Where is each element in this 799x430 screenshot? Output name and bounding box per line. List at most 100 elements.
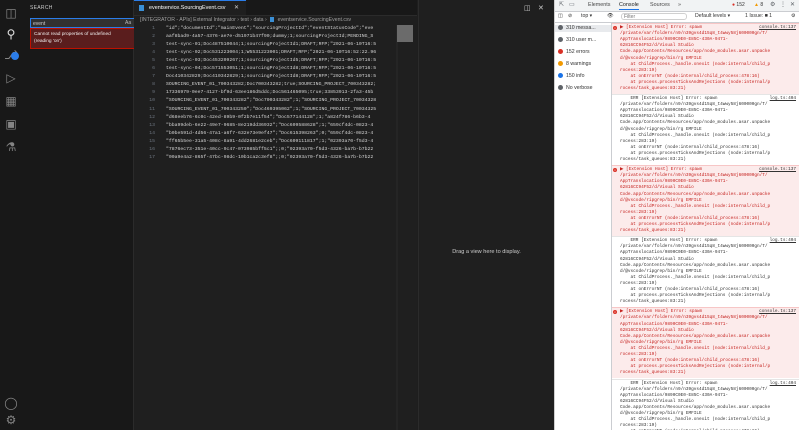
code-view[interactable]: 1 "id";"documentId";"mainEvent";"sourcing…: [134, 25, 417, 430]
breadcrumb-item[interactable]: eventservice.SourcingEvent.csv: [278, 17, 352, 23]
split-editor-icon[interactable]: ◫: [524, 4, 531, 12]
remote-explorer-icon[interactable]: ▣: [3, 116, 19, 132]
console-filter-item[interactable]: 8 warnings: [558, 61, 591, 68]
filter-box[interactable]: [621, 13, 687, 20]
sidebar-toggle-icon[interactable]: ◫: [558, 13, 563, 19]
extensions-icon[interactable]: ▦: [3, 93, 19, 109]
message-text: rocess/task_queues:83:21): [620, 370, 686, 376]
source-control-badge: [11, 52, 19, 60]
code-line[interactable]: 17 "00a9e4a2-865f-47bc-98dc-10b1ca2c3ef8"…: [134, 154, 417, 161]
editor-tab[interactable]: eventservice.SourcingEvent.csv ✕: [134, 0, 246, 15]
console-filter-item[interactable]: 150 info: [558, 73, 584, 80]
line-number: 8: [152, 82, 155, 88]
console-messages[interactable]: × console.ts:137 ▶ [Extension Host] Error:…: [612, 23, 799, 430]
csv-file-icon: [270, 17, 275, 23]
live-expression-icon[interactable]: 👁: [607, 13, 614, 19]
source-link[interactable]: console.ts:137: [759, 167, 796, 172]
code-line[interactable]: 14 "b0be591d-4d56-47a1-a6f7-632e73e9ef47"…: [134, 130, 417, 137]
line-text: "SOURCING_EVENT_01_700343250";"Doc469395…: [166, 106, 377, 112]
tab-elements[interactable]: Elements: [588, 2, 610, 8]
message-text: rocess/task_queues:83:21): [620, 86, 686, 91]
tab-sources[interactable]: Sources: [650, 2, 670, 8]
code-line[interactable]: 13 "bba99deb-6e22-49e7-9685-8e219dd36932"…: [134, 122, 417, 129]
log-levels-dropdown[interactable]: Default levels ▾: [695, 13, 730, 19]
source-link[interactable]: log.ts:404: [770, 238, 796, 243]
console-filter-item[interactable]: 310 user m...: [558, 37, 596, 44]
code-line[interactable]: 2 aaf8bad9-4a57-4376-ae7e-d51971b47f90;du…: [134, 33, 417, 40]
more-tabs-button[interactable]: »: [678, 2, 681, 8]
code-line[interactable]: 15 "ff65b5ee-31a5-408c-8a91-4dd2681e2ceb"…: [134, 138, 417, 145]
filter-input[interactable]: [624, 14, 684, 19]
console-log-message[interactable]: log.ts:404 ERR [Extension Host] Error: s…: [612, 378, 799, 430]
editor-area: eventservice.SourcingEvent.csv ✕ [INTEGR…: [134, 0, 417, 430]
clear-console-icon[interactable]: ⊘: [568, 13, 572, 19]
console-log-message[interactable]: log.ts:404 ERR [Extension Host] Error: s…: [612, 236, 799, 308]
line-number: 17: [149, 154, 155, 160]
source-link[interactable]: log.ts:404: [770, 96, 796, 101]
code-line[interactable]: 16 "7876ec73-351e-40cc-9c47-073985bff5c1"…: [134, 146, 417, 153]
source-link[interactable]: log.ts:404: [770, 381, 796, 386]
code-line[interactable]: 4 test-sync-02;Doc531223004;1;W5531223001…: [134, 49, 417, 56]
error-count-badge[interactable]: ● 152: [732, 2, 745, 8]
code-line[interactable]: 11 "SOURCING_EVENT_01_700343250";"Doc4693…: [134, 106, 417, 113]
search-box[interactable]: Aa ab .*: [30, 18, 150, 28]
run-debug-icon[interactable]: ▷: [3, 70, 19, 86]
console-filter-item[interactable]: No verbose: [558, 85, 593, 92]
message-text: rocess/task_queues:83:21): [620, 157, 686, 163]
error-icon: ×: [613, 26, 617, 30]
code-line[interactable]: 1 "id";"documentId";"mainEvent";"sourcing…: [134, 25, 417, 32]
line-number: 6: [152, 66, 155, 72]
minimap-slider[interactable]: [397, 25, 413, 42]
device-toolbar-icon[interactable]: ▭: [569, 2, 575, 8]
console-filter-item[interactable]: 152 errors: [558, 49, 590, 56]
issues-counter[interactable]: 1 Issue: ■ 1: [745, 13, 772, 19]
search-input[interactable]: [33, 20, 93, 27]
console-error-message[interactable]: × console.ts:137 ▶ [Extension Host] Error:…: [612, 165, 799, 237]
console-error-message[interactable]: × console.ts:137 ▶ [Extension Host] Error:…: [612, 23, 799, 95]
code-line[interactable]: 3 test-sync-01;Doc487510044;1;sourcingPro…: [134, 41, 417, 48]
inspect-element-icon[interactable]: ⇱: [559, 2, 565, 8]
breadcrumb-item[interactable]: [INTEGRATOR - APIs] External Integrator: [140, 17, 236, 23]
line-number: 11: [149, 106, 155, 112]
warning-count-badge[interactable]: ▲ 8: [754, 2, 763, 8]
close-icon[interactable]: ✕: [234, 4, 239, 11]
match-case-toggle[interactable]: Aa: [125, 20, 131, 26]
breadcrumb-item[interactable]: test: [240, 17, 248, 23]
breadcrumb-item[interactable]: data: [253, 17, 263, 23]
code-line[interactable]: 8 SOURCING_EVENT_01_700343282;Doc70034328…: [134, 81, 417, 88]
line-text: "b0be591d-4d56-47a1-a6f7-632e73e9ef47";"…: [166, 130, 374, 136]
line-text: "id";"documentId";"mainEvent";"sourcingP…: [166, 26, 374, 31]
console-error-message[interactable]: × console.ts:137 ▶ [Extension Host] Error:…: [612, 307, 799, 379]
message-text: rocess/task_queues:83:21): [620, 228, 686, 234]
filter-category-label: No verbose: [566, 85, 593, 91]
close-icon[interactable]: ✕: [790, 2, 796, 8]
warning-count: 8: [760, 2, 764, 8]
context-selector[interactable]: top ▾: [581, 13, 592, 19]
source-link[interactable]: console.ts:137: [759, 25, 796, 30]
console-filter-item[interactable]: 310 messa...: [555, 25, 611, 32]
search-icon[interactable]: ⚲: [3, 26, 19, 42]
filter-category-icon: [558, 73, 563, 79]
code-line[interactable]: 12 "d68eeb76-6c0c-42ed-89b9-0f2b7e11f54";…: [134, 114, 417, 121]
code-line[interactable]: 5 test-sync-03;Doc453209267;1;sourcingPro…: [134, 57, 417, 64]
tab-console[interactable]: Console: [619, 2, 639, 10]
filter-category-icon: [558, 61, 563, 67]
console-settings-icon[interactable]: ⚙: [791, 13, 796, 19]
explorer-icon[interactable]: ◫: [3, 5, 19, 21]
testing-icon[interactable]: ⚗: [3, 139, 19, 155]
account-icon[interactable]: ◯: [3, 395, 19, 411]
code-line[interactable]: 9 17336979-0ee7-4127-bf9d-63ee186d5ddc;Do…: [134, 89, 417, 96]
settings-gear-icon[interactable]: ⚙: [770, 2, 776, 8]
code-line[interactable]: 7 Doc410342829;Doc410342829;1;sourcingPro…: [134, 73, 417, 80]
settings-gear-icon[interactable]: ⚙: [3, 412, 19, 428]
code-line[interactable]: 10 "SOURCING_EVENT_01_700343282";"Doc7003…: [134, 97, 417, 104]
console-log-message[interactable]: log.ts:404 ERR [Extension Host] Error: s…: [612, 94, 799, 166]
filter-category-label: 8 warnings: [566, 61, 592, 67]
close-group-icon[interactable]: ✕: [538, 4, 544, 12]
line-text: test-sync-01;Doc487510044;1;sourcingProj…: [166, 42, 377, 48]
source-link[interactable]: console.ts:137: [759, 309, 796, 314]
more-options-icon[interactable]: ⋮: [780, 2, 786, 8]
code-line[interactable]: 6 test-sync-04;Doc571553051;1;sourcingPro…: [134, 65, 417, 72]
scrollbar-track[interactable]: [396, 25, 398, 430]
line-number: 5: [152, 58, 155, 64]
